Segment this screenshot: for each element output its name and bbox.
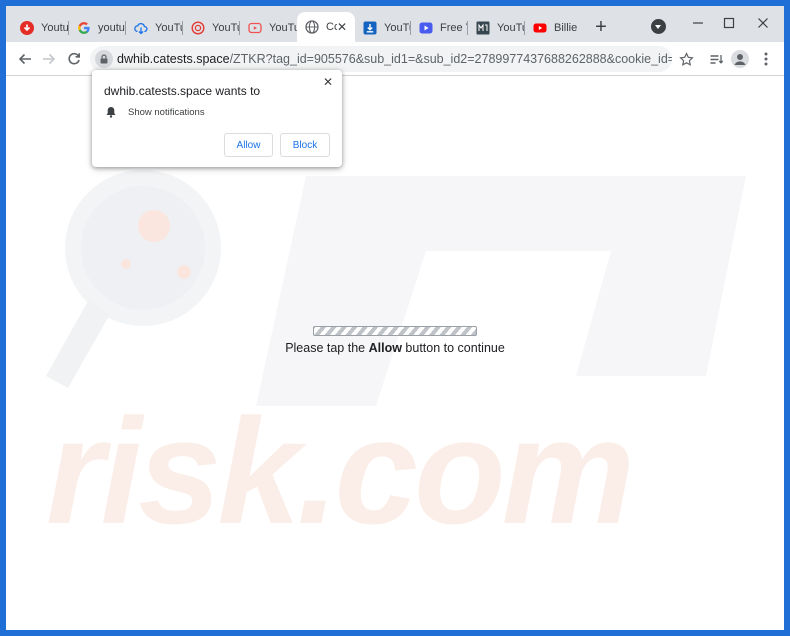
popup-close-icon[interactable]: ✕ xyxy=(320,74,336,90)
allow-button[interactable]: Allow xyxy=(224,133,273,157)
tab-5[interactable]: YouTu xyxy=(240,14,297,42)
tab-9[interactable]: YouTu xyxy=(468,14,525,42)
tab-7[interactable]: YouTu xyxy=(355,14,411,42)
tab-label: youtu xyxy=(98,22,125,34)
forward-button[interactable] xyxy=(37,47,61,71)
google-icon xyxy=(77,21,91,35)
instruction-message: Please tap the Allow button to continue xyxy=(285,341,505,355)
notification-permission-popup: dwhib.catests.space wants to ✕ Show noti… xyxy=(92,70,342,167)
watermark-text: risk.com xyxy=(46,387,635,555)
tab-active[interactable]: Co ✕ xyxy=(297,12,355,42)
permission-label: Show notifications xyxy=(128,107,205,118)
minimize-button[interactable] xyxy=(686,12,710,34)
new-tab-button[interactable]: + xyxy=(589,16,613,40)
reading-list-icon[interactable] xyxy=(704,47,728,71)
address-bar[interactable]: dwhib.catests.space /ZTKR?tag_id=905576&… xyxy=(90,46,672,72)
mp3-icon xyxy=(476,21,490,35)
tab-4[interactable]: YouTu xyxy=(183,14,240,42)
block-button[interactable]: Block xyxy=(280,133,330,157)
tab-label: YouTu xyxy=(384,22,411,34)
tab-label: YouTu xyxy=(497,22,525,34)
maximize-button[interactable] xyxy=(717,12,741,34)
tab-strip: Youtu youtu YouTu YouTu YouTu C ✕ YouT F… xyxy=(6,6,784,42)
play-icon xyxy=(419,21,433,35)
bookmark-star-icon[interactable] xyxy=(674,47,698,71)
convert-icon xyxy=(191,21,205,35)
bell-icon xyxy=(106,107,116,118)
back-button[interactable] xyxy=(13,47,37,71)
close-window-button[interactable] xyxy=(751,12,775,34)
download-icon xyxy=(363,21,377,35)
reload-button[interactable] xyxy=(62,47,86,71)
tab-3[interactable]: YouTu xyxy=(126,14,183,42)
tab-2[interactable]: youtu xyxy=(69,14,126,42)
reload-icon xyxy=(68,52,80,65)
tab-label: Co xyxy=(326,21,337,33)
tab-label: YouTu xyxy=(212,22,240,34)
tab-8[interactable]: Free Y xyxy=(411,14,468,42)
lock-icon[interactable] xyxy=(95,50,113,68)
tab-label: Free Y xyxy=(440,22,468,34)
progress-bar xyxy=(313,326,477,336)
url-host: dwhib.catests.space xyxy=(117,52,230,66)
tab-label: YouTu xyxy=(269,22,297,34)
youtube-downloader-icon xyxy=(20,21,34,35)
youtube-icon xyxy=(533,21,547,35)
back-arrow-icon xyxy=(18,53,31,65)
tab-label: Billie E xyxy=(554,22,580,34)
youtube-outline-icon xyxy=(248,21,262,35)
cloud-download-icon xyxy=(134,21,148,35)
more-menu-icon[interactable] xyxy=(754,47,778,71)
browser-window: Youtu youtu YouTu YouTu YouTu C ✕ YouT F… xyxy=(6,6,784,630)
forward-arrow-icon xyxy=(43,53,56,65)
popup-title: dwhib.catests.space wants to xyxy=(104,84,261,98)
tab-10[interactable]: Billie E xyxy=(525,14,580,42)
tab-1[interactable]: Youtu xyxy=(12,14,69,42)
tab-search-dropdown-icon[interactable] xyxy=(651,19,666,34)
tab-label: Youtu xyxy=(41,22,69,34)
tab-label: YouTu xyxy=(155,22,183,34)
globe-icon xyxy=(305,20,319,34)
close-tab-icon[interactable]: ✕ xyxy=(337,20,347,34)
url-path: /ZTKR?tag_id=905576&sub_id1=&sub_id2=278… xyxy=(229,52,672,66)
profile-avatar-icon[interactable] xyxy=(728,47,752,71)
